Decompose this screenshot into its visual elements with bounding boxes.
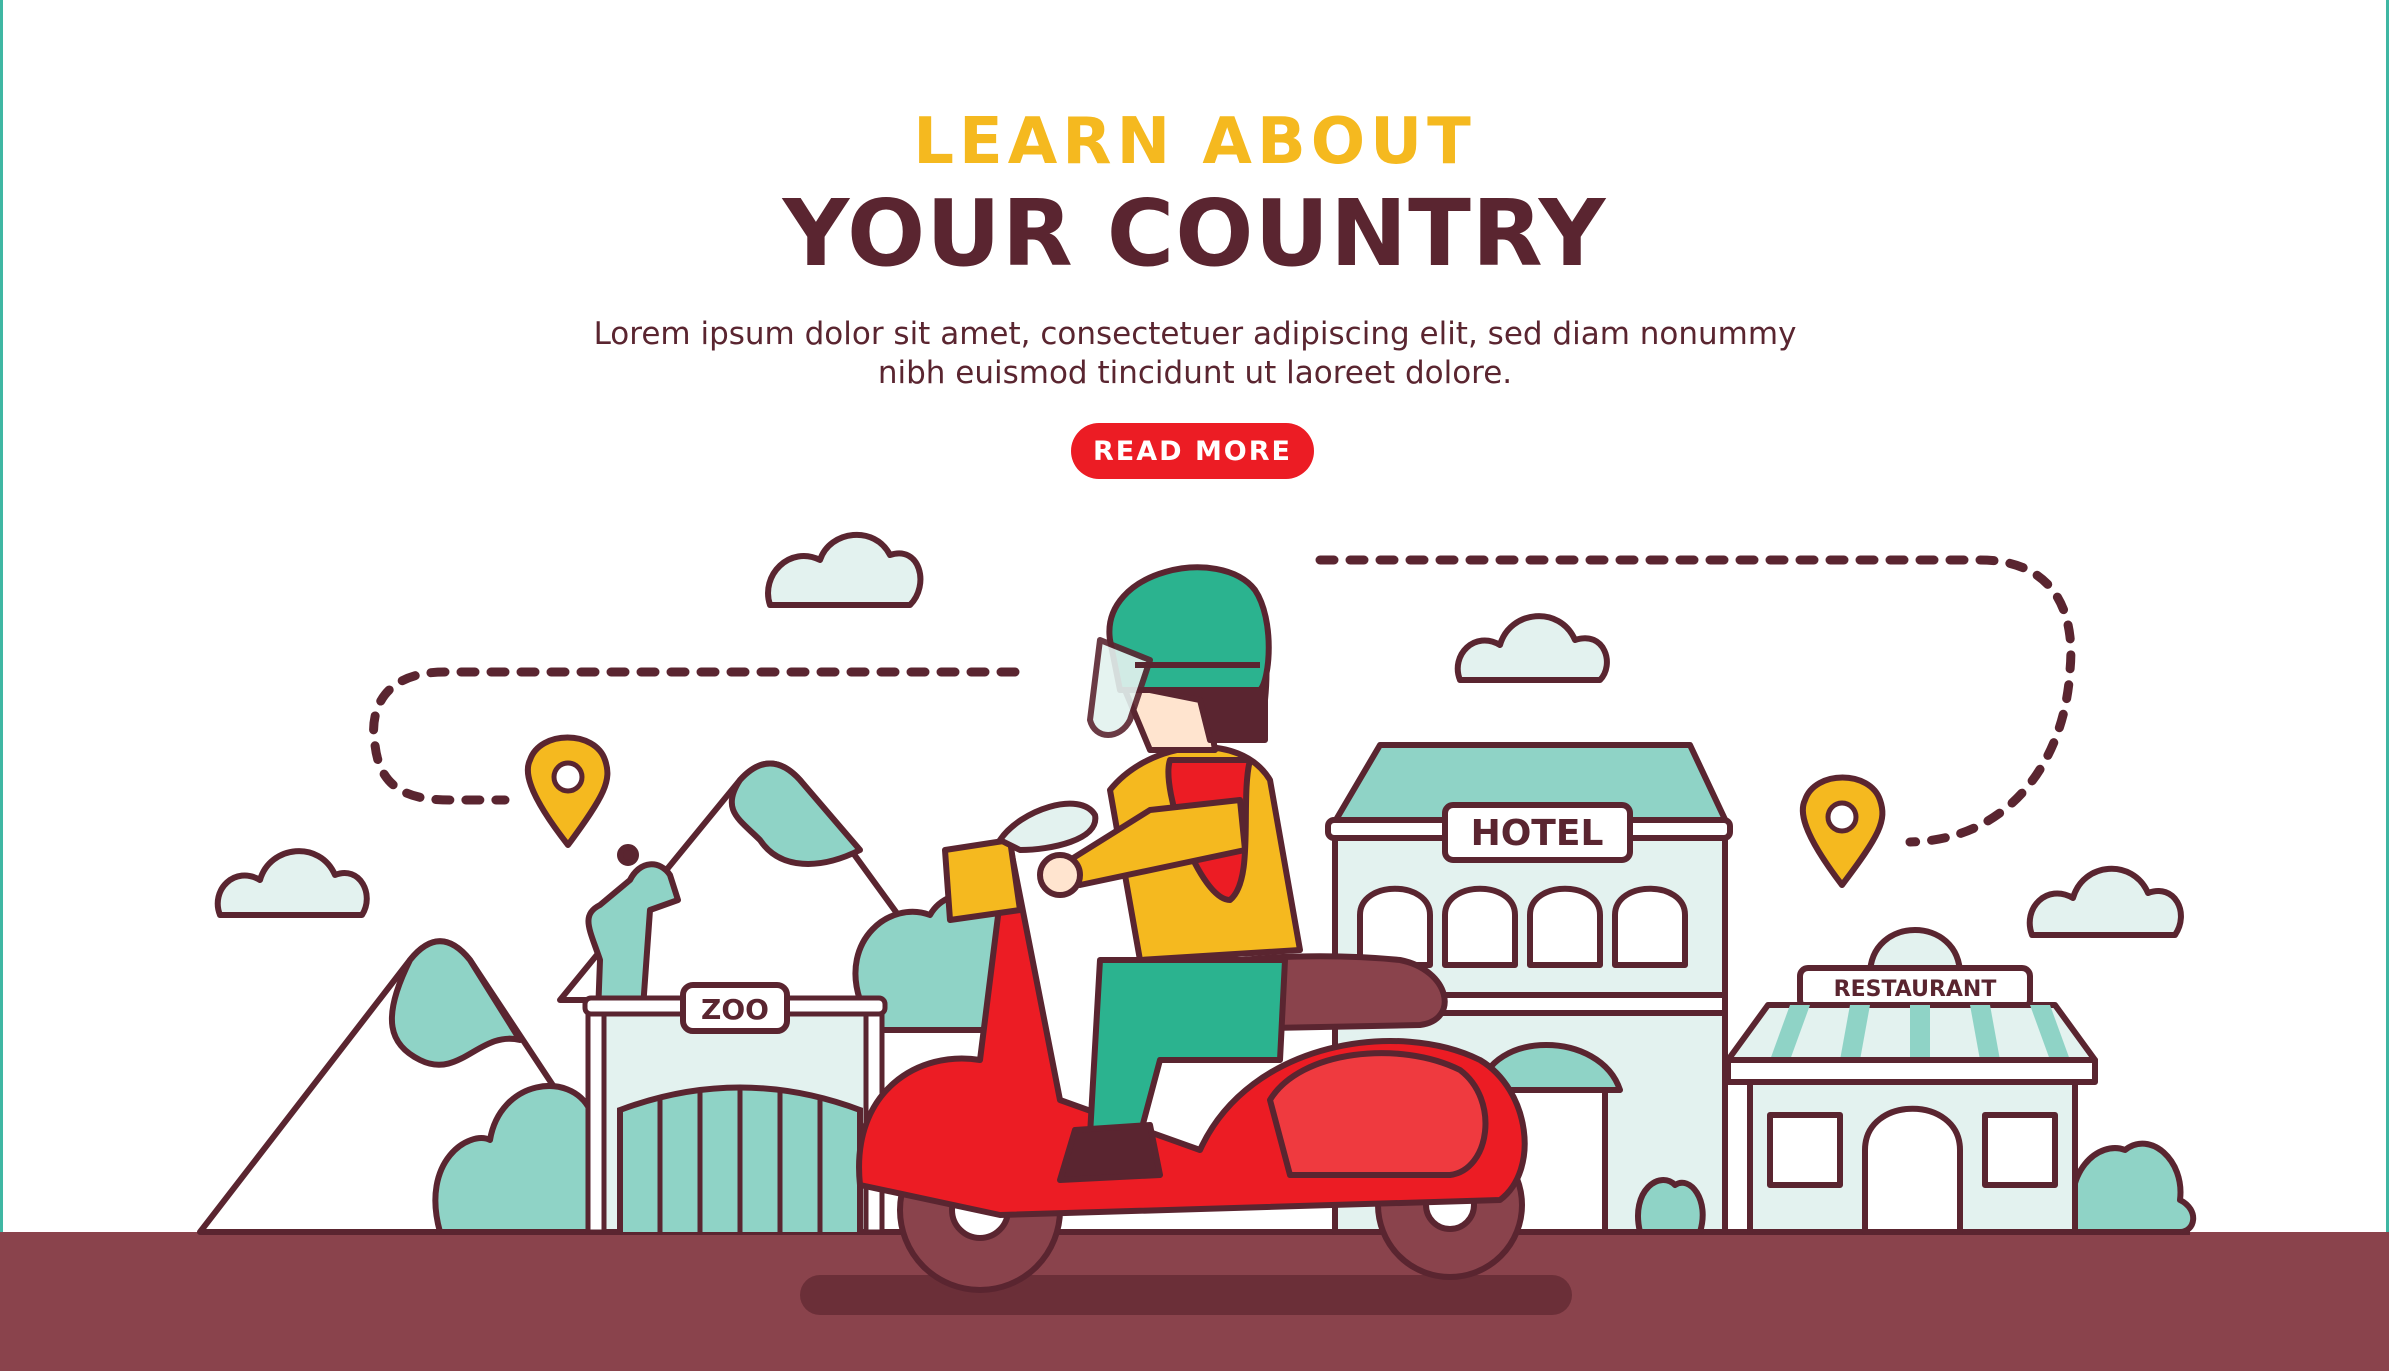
zoo-sign-label: ZOO [701,993,769,1026]
zoo-gate: ZOO [582,982,888,1235]
cloud-icon [214,848,370,918]
hotel-sign-label: HOTEL [1471,813,1604,854]
restaurant-sign-label: RESTAURANT [1834,977,1997,1002]
restaurant-building: RESTAURANT [1725,927,2098,1235]
cloud-icon [2026,865,2184,938]
cloud-icon [1454,613,1610,683]
city-scene-illustration: ZOO HOTEL RESTAURANT [0,531,2389,1371]
cloud-icon [765,531,924,608]
map-pin-icon [1799,774,1886,888]
scooter-shadow [800,1275,1572,1315]
map-pin-icon [524,734,611,848]
dotted-route-left [369,667,1020,805]
